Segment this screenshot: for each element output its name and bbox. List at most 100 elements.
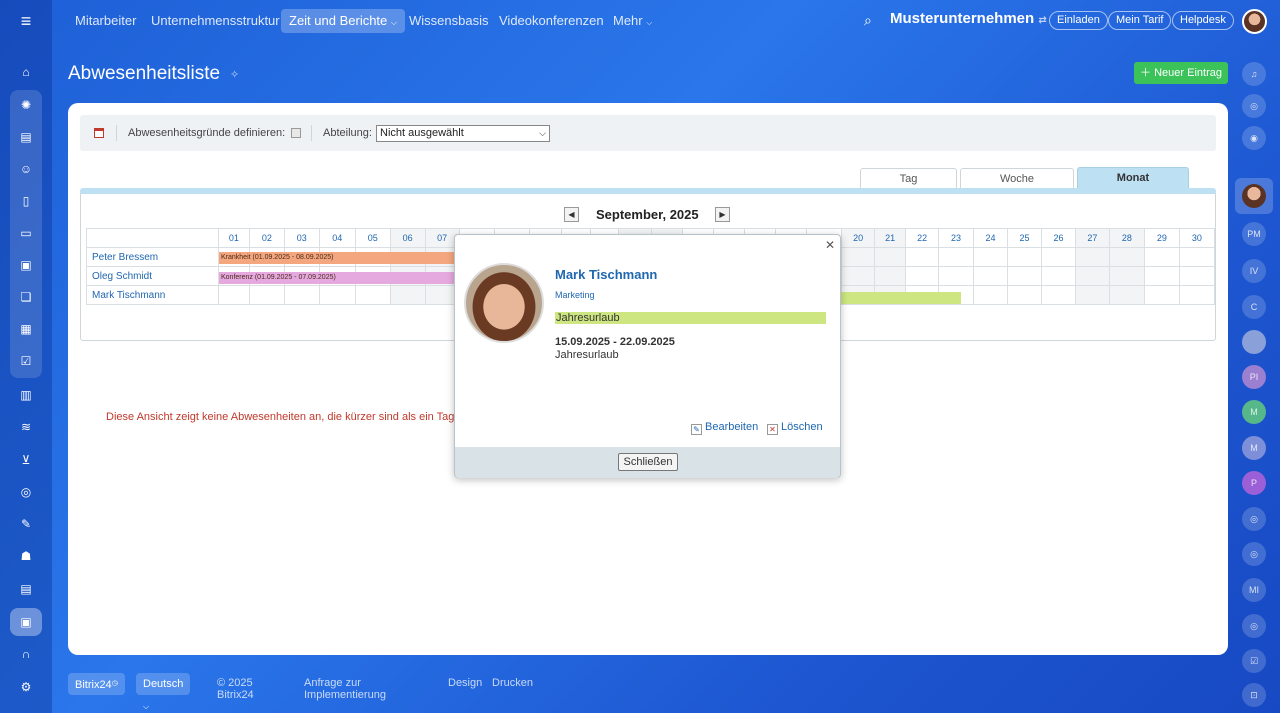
chat-bubble-icon[interactable]: ◉: [1242, 126, 1266, 150]
calendar-icon[interactable]: ▦: [10, 315, 42, 343]
day-cell[interactable]: [905, 266, 940, 286]
employee-department[interactable]: Marketing: [555, 290, 595, 300]
documents-icon[interactable]: ▯: [10, 187, 42, 215]
day-cell[interactable]: [1040, 285, 1076, 305]
nav-mehr[interactable]: Mehr ⌵: [605, 9, 660, 33]
helpdesk-button[interactable]: Helpdesk: [1172, 11, 1234, 30]
headset-icon[interactable]: ∩: [10, 640, 42, 668]
contact-m[interactable]: M: [1242, 400, 1266, 424]
day-cell[interactable]: [874, 247, 907, 267]
checklist-icon[interactable]: ☑: [10, 347, 42, 375]
settings-icon[interactable]: ⚙: [10, 673, 42, 701]
tab-day[interactable]: Tag: [860, 168, 957, 189]
day-cell[interactable]: [1143, 247, 1180, 267]
day-cell[interactable]: [874, 266, 907, 286]
edit-button[interactable]: ✎ Bearbeiten: [691, 421, 758, 435]
day-cell[interactable]: [1074, 285, 1110, 305]
reasons-checkbox[interactable]: [291, 128, 301, 138]
day-cell[interactable]: [841, 247, 876, 267]
day-cell[interactable]: [938, 247, 975, 267]
day-cell[interactable]: [283, 285, 320, 305]
day-cell[interactable]: [905, 247, 940, 267]
day-cell[interactable]: [1007, 285, 1042, 305]
presentation-icon[interactable]: ▣: [10, 251, 42, 279]
day-cell[interactable]: [1108, 247, 1145, 267]
close-icon[interactable]: ✕: [825, 238, 835, 252]
day-cell[interactable]: [973, 285, 1008, 305]
day-cell[interactable]: [1178, 266, 1216, 286]
day-cell[interactable]: [1143, 266, 1180, 286]
contact-pi[interactable]: PI: [1242, 365, 1266, 389]
task-icon[interactable]: ☑: [1242, 649, 1266, 673]
company-icon[interactable]: ▣: [10, 608, 42, 636]
department-select[interactable]: Nicht ausgewählt ⌵: [376, 125, 550, 142]
day-cell[interactable]: [1178, 285, 1216, 305]
cart-icon[interactable]: ⊻: [10, 446, 42, 474]
sign-icon[interactable]: ✎: [10, 510, 42, 538]
nav-unternehmensstruktur[interactable]: Unternehmensstruktur: [143, 9, 288, 33]
contact-m-2[interactable]: M: [1242, 436, 1266, 460]
chat-icon[interactable]: ❏: [10, 283, 42, 311]
day-cell[interactable]: [973, 266, 1008, 286]
employee-name-cell[interactable]: Peter Bressem: [86, 247, 219, 267]
day-cell[interactable]: [248, 285, 285, 305]
tasks-icon[interactable]: ▤: [10, 123, 42, 151]
search-icon[interactable]: ⌕: [864, 12, 872, 29]
day-cell[interactable]: [1143, 285, 1180, 305]
day-cell[interactable]: [1040, 247, 1076, 267]
menu-icon[interactable]: ≡: [0, 0, 52, 42]
contact-avatar[interactable]: [1242, 184, 1266, 208]
language-select[interactable]: Deutsch ⌵: [136, 673, 191, 711]
day-cell[interactable]: [973, 247, 1008, 267]
day-cell[interactable]: [1007, 247, 1042, 267]
nav-zeit-und-berichte[interactable]: Zeit und Berichte ⌵: [281, 9, 405, 33]
day-cell[interactable]: [1074, 247, 1110, 267]
crm-icon[interactable]: ▭: [10, 219, 42, 247]
analytics-icon[interactable]: ▥: [10, 381, 42, 409]
employee-name[interactable]: Mark Tischmann: [555, 267, 657, 282]
filter-icon[interactable]: ≋: [10, 413, 42, 441]
bell-icon[interactable]: ♫: [1242, 62, 1266, 86]
footer-link-print[interactable]: Drucken: [492, 677, 533, 689]
footer-link-implementation[interactable]: Anfrage zur Implementierung: [304, 677, 386, 701]
footer-link-design[interactable]: Design: [448, 677, 482, 689]
contact-c[interactable]: C: [1242, 295, 1266, 319]
prev-month-button[interactable]: ◀: [564, 207, 579, 222]
employee-name-cell[interactable]: Mark Tischmann: [86, 285, 219, 305]
day-cell[interactable]: [1178, 247, 1216, 267]
day-cell[interactable]: [1040, 266, 1076, 286]
copilot-icon[interactable]: ◎: [1242, 94, 1266, 118]
user-avatar[interactable]: [1242, 9, 1267, 34]
home-icon[interactable]: ⌂: [10, 58, 42, 86]
day-cell[interactable]: [389, 285, 426, 305]
nav-wissensbasis[interactable]: Wissensbasis: [401, 9, 496, 33]
contact-pm[interactable]: PM: [1242, 222, 1266, 246]
absence-bar[interactable]: Konferenz (01.09.2025 - 07.09.2025): [219, 272, 466, 284]
invite-button[interactable]: Einladen: [1049, 11, 1108, 30]
day-cell[interactable]: [318, 285, 356, 305]
calendar-icon[interactable]: [94, 128, 104, 138]
target-icon[interactable]: ◎: [10, 478, 42, 506]
delete-button[interactable]: ✕ Löschen: [767, 421, 823, 435]
contact-p[interactable]: P: [1242, 471, 1266, 495]
nav-mitarbeiter[interactable]: Mitarbeiter: [67, 9, 144, 33]
lock-icon[interactable]: ⊡: [1242, 683, 1266, 707]
pin-icon[interactable]: ✧: [230, 68, 239, 81]
employee-name-cell[interactable]: Oleg Schmidt: [86, 266, 219, 286]
group-chat-icon-2[interactable]: ◎: [1242, 542, 1266, 566]
group-chat-icon-3[interactable]: ◎: [1242, 614, 1266, 638]
day-cell[interactable]: [1007, 266, 1042, 286]
next-month-button[interactable]: ▶: [715, 207, 730, 222]
day-cell[interactable]: [1074, 266, 1110, 286]
day-cell[interactable]: [217, 285, 250, 305]
close-button[interactable]: Schließen: [618, 453, 678, 471]
store-icon[interactable]: ▤: [10, 575, 42, 603]
company-name[interactable]: Musterunternehmen ⇄: [890, 10, 1047, 27]
nav-videokonferenzen[interactable]: Videokonferenzen: [491, 9, 612, 33]
group-chat-icon[interactable]: ◎: [1242, 507, 1266, 531]
bitrix-brand[interactable]: Bitrix24◷: [68, 673, 125, 695]
contacts-icon[interactable]: ☺: [10, 155, 42, 183]
new-entry-button[interactable]: ＋ Neuer Eintrag: [1134, 62, 1228, 84]
my-plan-button[interactable]: Mein Tarif: [1108, 11, 1172, 30]
contact-mi[interactable]: MI: [1242, 578, 1266, 602]
